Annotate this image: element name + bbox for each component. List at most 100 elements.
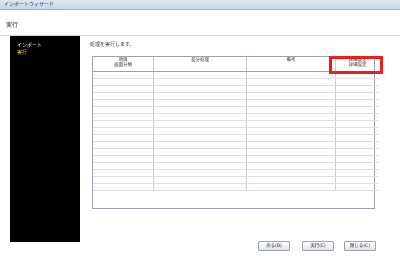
table-row[interactable]	[93, 99, 379, 107]
table-cell	[335, 113, 379, 121]
table-cell	[153, 106, 247, 114]
table-cell	[246, 92, 336, 100]
table-cell	[246, 134, 336, 142]
table-row[interactable]	[93, 141, 379, 149]
table-cell	[153, 92, 247, 100]
table-cell	[153, 127, 247, 135]
table-cell	[246, 176, 336, 184]
table-row[interactable]	[93, 148, 379, 156]
table-row[interactable]	[93, 155, 379, 163]
table-cell	[335, 155, 379, 163]
table-cell	[93, 113, 154, 121]
table-cell	[335, 127, 379, 135]
column-header-remarks[interactable]: 備考	[246, 57, 336, 72]
table-cell	[93, 134, 154, 142]
execute-button[interactable]: 実行(E)	[302, 241, 334, 251]
table-row[interactable]	[93, 176, 379, 184]
table-cell	[153, 169, 247, 177]
table-cell	[335, 92, 379, 100]
table-cell	[93, 99, 154, 107]
table-cell	[153, 71, 247, 79]
table-cell	[153, 99, 247, 107]
table-cell	[93, 92, 154, 100]
column-header-sublabel: 画面分類	[114, 63, 132, 68]
back-button[interactable]: 戻る(B)	[258, 241, 290, 251]
table-cell	[153, 78, 247, 86]
table-cell	[153, 134, 247, 142]
table-cell	[335, 120, 379, 128]
table-cell	[335, 169, 379, 177]
table-cell	[93, 85, 154, 93]
highlight-box	[329, 56, 383, 74]
table-cell	[335, 148, 379, 156]
table-cell	[153, 183, 247, 191]
column-header-label: 備考	[286, 58, 296, 63]
table-cell	[335, 162, 379, 170]
table-cell	[153, 141, 247, 149]
table-cell	[335, 141, 379, 149]
sidebar-item-import[interactable]: インポート	[17, 42, 42, 49]
table-cell	[335, 85, 379, 93]
window-titlebar: インポートウィザード	[0, 0, 400, 10]
window-title: インポートウィザード	[4, 2, 55, 8]
table-cell	[335, 134, 379, 142]
table-cell	[153, 148, 247, 156]
table-row[interactable]	[93, 120, 379, 128]
table-cell	[246, 162, 336, 170]
table-cell	[93, 148, 154, 156]
column-header-diff[interactable]: 差分処理	[153, 57, 247, 72]
table-cell	[93, 141, 154, 149]
page-title: 実行	[6, 22, 19, 29]
table-cell	[246, 85, 336, 93]
results-table: 項目 画面分類 差分処理 備考 詳細設定 詳細設定	[93, 57, 379, 191]
instruction-text: 処理を実行します。	[90, 42, 135, 48]
table-row[interactable]	[93, 78, 379, 86]
table-row[interactable]	[93, 169, 379, 177]
table-cell	[93, 106, 154, 114]
table-row[interactable]	[93, 92, 379, 100]
close-button[interactable]: 閉じる(C)	[344, 241, 376, 251]
table-cell	[246, 106, 336, 114]
table-cell	[335, 78, 379, 86]
table-cell	[153, 155, 247, 163]
table-cell	[93, 183, 154, 191]
table-cell	[93, 155, 154, 163]
table-cell	[246, 141, 336, 149]
table-cell	[246, 155, 336, 163]
table-cell	[93, 169, 154, 177]
table-cell	[93, 162, 154, 170]
table-cell	[335, 176, 379, 184]
table-cell	[153, 85, 247, 93]
table-cell	[246, 113, 336, 121]
table-row[interactable]	[93, 113, 379, 121]
column-header-item[interactable]: 項目 画面分類	[93, 57, 154, 72]
table-cell	[335, 183, 379, 191]
table-cell	[93, 120, 154, 128]
table-cell	[335, 106, 379, 114]
results-grid[interactable]: 項目 画面分類 差分処理 備考 詳細設定 詳細設定	[92, 56, 379, 209]
table-body	[93, 71, 379, 191]
table-cell	[246, 120, 336, 128]
table-row[interactable]	[93, 106, 379, 114]
table-row[interactable]	[93, 183, 379, 191]
page-header: 実行	[0, 10, 400, 36]
table-cell	[153, 113, 247, 121]
table-cell	[153, 120, 247, 128]
wizard-steps-sidebar: インポート 実行	[10, 36, 80, 242]
table-cell	[246, 71, 336, 79]
table-row[interactable]	[93, 162, 379, 170]
table-cell	[246, 127, 336, 135]
table-cell	[93, 127, 154, 135]
sidebar-item-execute[interactable]: 実行	[17, 49, 27, 56]
table-cell	[246, 148, 336, 156]
table-cell	[93, 71, 154, 79]
table-cell	[246, 183, 336, 191]
table-cell	[246, 99, 336, 107]
table-cell	[246, 78, 336, 86]
table-cell	[335, 99, 379, 107]
table-row[interactable]	[93, 127, 379, 135]
column-header-label: 差分処理	[191, 58, 209, 63]
table-cell	[246, 169, 336, 177]
table-row[interactable]	[93, 134, 379, 142]
table-row[interactable]	[93, 85, 379, 93]
